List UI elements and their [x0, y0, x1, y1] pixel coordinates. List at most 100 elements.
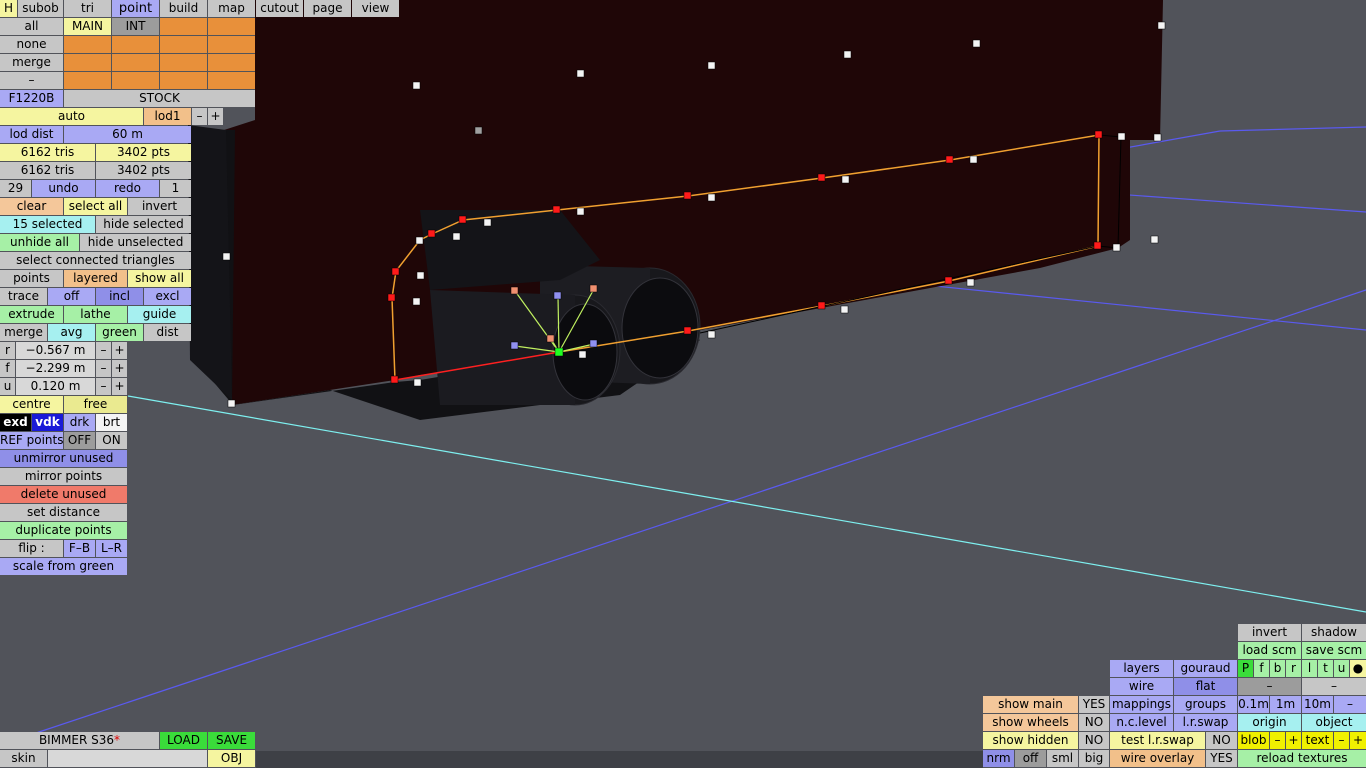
test-lr-swap-toggle[interactable]: NO [1206, 732, 1237, 749]
lod-level[interactable]: lod1 [144, 108, 191, 125]
origin-button[interactable]: origin [1238, 714, 1301, 731]
menu-h[interactable]: H [0, 0, 17, 17]
invert-view-button[interactable]: invert [1238, 624, 1301, 641]
flat-button[interactable]: flat [1174, 678, 1237, 695]
lr-swap-button[interactable]: l.r.swap [1174, 714, 1237, 731]
select-set-none[interactable]: none [0, 36, 63, 53]
skin-field[interactable] [48, 750, 207, 767]
ref-points-off[interactable]: OFF [64, 432, 95, 449]
centre-button[interactable]: centre [0, 396, 63, 413]
nc-level-button[interactable]: n.c.level [1110, 714, 1173, 731]
menu-point[interactable]: point [112, 0, 159, 17]
coord-minus-button[interactable]: – [96, 378, 111, 395]
layered-mode[interactable]: layered [64, 270, 127, 287]
menu-view[interactable]: view [352, 0, 399, 17]
car-name[interactable]: BIMMER S36* [0, 732, 159, 749]
show-hidden-toggle[interactable]: NO [1079, 732, 1109, 749]
undo-button[interactable]: undo [32, 180, 95, 197]
size-big-button[interactable]: big [1079, 750, 1109, 767]
view-toggle-t[interactable]: t [1318, 660, 1333, 677]
object-button[interactable]: object [1302, 714, 1366, 731]
merge-dist-button[interactable]: dist [144, 324, 191, 341]
coord-plus-button[interactable]: + [112, 360, 127, 377]
size-off-button[interactable]: off [1015, 750, 1046, 767]
menu-build[interactable]: build [160, 0, 207, 17]
set-slot[interactable] [112, 72, 159, 89]
layers-button[interactable]: layers [1110, 660, 1173, 677]
groups-button[interactable]: groups [1174, 696, 1237, 713]
hide-selected-button[interactable]: hide selected [96, 216, 191, 233]
show-wheels-toggle[interactable]: NO [1079, 714, 1109, 731]
part-type[interactable]: STOCK [64, 90, 255, 107]
duplicate-points-button[interactable]: duplicate points [0, 522, 127, 539]
set-slot[interactable] [64, 54, 111, 71]
clear-button[interactable]: clear [0, 198, 63, 215]
coord-value-r[interactable]: −0.567 m [16, 342, 95, 359]
menu-cutout[interactable]: cutout [256, 0, 303, 17]
set-slot[interactable] [64, 36, 111, 53]
size-sml-button[interactable]: sml [1047, 750, 1078, 767]
menu-subob[interactable]: subob [18, 0, 63, 17]
view-toggle-f[interactable]: f [1254, 660, 1269, 677]
text-size-button[interactable]: text [1302, 732, 1333, 749]
set-slot[interactable] [208, 72, 255, 89]
coord-minus-button[interactable]: – [96, 342, 111, 359]
view-toggle-b[interactable]: b [1270, 660, 1285, 677]
grid-0.1m-button[interactable]: 0.1m [1238, 696, 1269, 713]
set-slot[interactable] [160, 18, 207, 35]
reload-textures-button[interactable]: reload textures [1238, 750, 1366, 767]
extrude-button[interactable]: extrude [0, 306, 63, 323]
free-button[interactable]: free [64, 396, 127, 413]
coord-plus-button[interactable]: + [112, 378, 127, 395]
select-set-merge[interactable]: merge [0, 54, 63, 71]
view-toggle-u[interactable]: u [1334, 660, 1349, 677]
text-minus-button[interactable]: – [1334, 732, 1349, 749]
load-button[interactable]: LOAD [160, 732, 207, 749]
set-slot[interactable] [160, 72, 207, 89]
view-toggle-r[interactable]: r [1286, 660, 1301, 677]
shade-vdk[interactable]: vdk [32, 414, 63, 431]
blob-minus-button[interactable]: – [1270, 732, 1285, 749]
shade-drk[interactable]: drk [64, 414, 95, 431]
dash-button[interactable]: – [1302, 678, 1366, 695]
guide-button[interactable]: guide [128, 306, 191, 323]
view-toggle-dot-icon[interactable]: ● [1350, 660, 1366, 677]
set-slot[interactable] [160, 36, 207, 53]
save-button[interactable]: SAVE [208, 732, 255, 749]
show-all-button[interactable]: show all [128, 270, 191, 287]
set-slot[interactable] [112, 54, 159, 71]
set-distance-button[interactable]: set distance [0, 504, 127, 521]
merge-avg-button[interactable]: avg [48, 324, 95, 341]
coord-minus-button[interactable]: – [96, 360, 111, 377]
select-set-minus[interactable]: – [0, 72, 63, 89]
set-slot[interactable] [112, 36, 159, 53]
grid-1m-button[interactable]: 1m [1270, 696, 1301, 713]
scale-from-green-button[interactable]: scale from green [0, 558, 127, 575]
tab-int[interactable]: INT [112, 18, 159, 35]
flip-lr-button[interactable]: L–R [96, 540, 127, 557]
blob-plus-button[interactable]: + [1286, 732, 1301, 749]
set-slot[interactable] [64, 72, 111, 89]
coord-value-f[interactable]: −2.299 m [16, 360, 95, 377]
size-nrm-button[interactable]: nrm [983, 750, 1014, 767]
merge-green-button[interactable]: green [96, 324, 143, 341]
redo-button[interactable]: redo [96, 180, 159, 197]
view-toggle-l[interactable]: l [1302, 660, 1317, 677]
lod-plus-button[interactable]: + [208, 108, 223, 125]
trace-excl[interactable]: excl [144, 288, 191, 305]
gouraud-button[interactable]: gouraud [1174, 660, 1237, 677]
menu-tri[interactable]: tri [64, 0, 111, 17]
select-connected-button[interactable]: select connected triangles [0, 252, 191, 269]
load-scm-button[interactable]: load scm [1238, 642, 1301, 659]
shade-brt[interactable]: brt [96, 414, 127, 431]
part-name[interactable]: F1220B [0, 90, 63, 107]
points-mode[interactable]: points [0, 270, 63, 287]
delete-unused-button[interactable]: delete unused [0, 486, 127, 503]
trace-off[interactable]: off [48, 288, 95, 305]
view-toggle-p[interactable]: P [1238, 660, 1253, 677]
coord-value-u[interactable]: 0.120 m [16, 378, 95, 395]
menu-page[interactable]: page [304, 0, 351, 17]
select-all-button[interactable]: select all [64, 198, 127, 215]
save-scm-button[interactable]: save scm [1302, 642, 1366, 659]
mirror-points-button[interactable]: mirror points [0, 468, 127, 485]
